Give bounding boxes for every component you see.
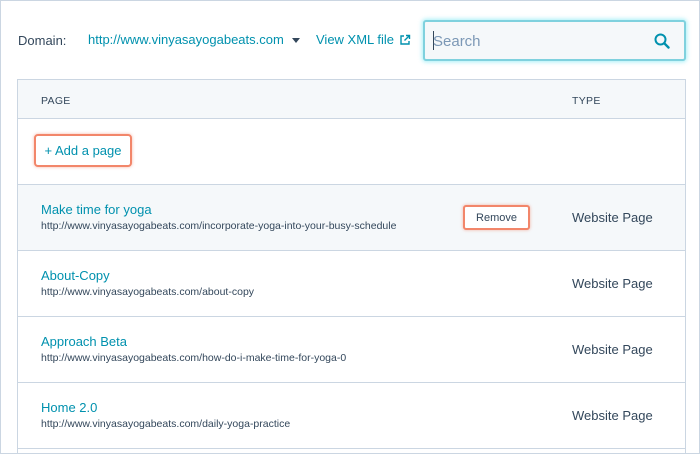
page-title-link[interactable]: Home 2.0 <box>41 400 97 415</box>
domain-label: Domain: <box>18 33 67 48</box>
domain-dropdown[interactable]: http://www.vinyasayogabeats.com <box>88 32 300 47</box>
search-icon[interactable] <box>654 33 670 49</box>
remove-button[interactable]: Remove <box>463 205 530 230</box>
page-type: Website Page <box>572 276 653 291</box>
sitemap-panel: Domain: http://www.vinyasayogabeats.com … <box>0 0 700 454</box>
page-title-link[interactable]: Approach Beta <box>41 334 127 349</box>
table-row[interactable]: Approach Beta http://www.vinyasayogabeat… <box>18 317 685 383</box>
external-link-icon <box>400 34 411 45</box>
view-xml-file-label: View XML file <box>316 32 395 47</box>
search-box[interactable] <box>423 20 686 61</box>
page-title-link[interactable]: Make time for yoga <box>41 202 152 217</box>
table-row[interactable]: Home 2.0 http://www.vinyasayogabeats.com… <box>18 383 685 449</box>
column-header-page: PAGE <box>41 95 71 107</box>
chevron-down-icon <box>291 37 300 43</box>
page-url: http://www.vinyasayogabeats.com/how-do-i… <box>41 352 347 364</box>
page-url: http://www.vinyasayogabeats.com/incorpor… <box>41 220 397 232</box>
page-type: Website Page <box>572 210 653 225</box>
page-type: Website Page <box>572 408 653 423</box>
column-header-type: TYPE <box>572 95 601 107</box>
pages-table: PAGE TYPE + Add a page Make time for yog… <box>17 79 686 453</box>
view-xml-file-link[interactable]: View XML file <box>316 32 411 47</box>
domain-value: http://www.vinyasayogabeats.com <box>88 32 284 47</box>
sitemap-toolbar: Domain: http://www.vinyasayogabeats.com … <box>1 1 699 79</box>
search-input[interactable] <box>433 30 643 52</box>
page-url: http://www.vinyasayogabeats.com/daily-yo… <box>41 418 291 430</box>
page-title-link[interactable]: About-Copy <box>41 268 110 283</box>
add-page-button[interactable]: + Add a page <box>34 134 132 167</box>
table-header: PAGE TYPE <box>18 80 685 119</box>
add-page-row: + Add a page <box>18 119 685 185</box>
page-url: http://www.vinyasayogabeats.com/about-co… <box>41 286 255 298</box>
table-row[interactable]: Make time for yoga http://www.vinyasayog… <box>18 185 685 251</box>
table-row[interactable]: About-Copy http://www.vinyasayogabeats.c… <box>18 251 685 317</box>
page-type: Website Page <box>572 342 653 357</box>
